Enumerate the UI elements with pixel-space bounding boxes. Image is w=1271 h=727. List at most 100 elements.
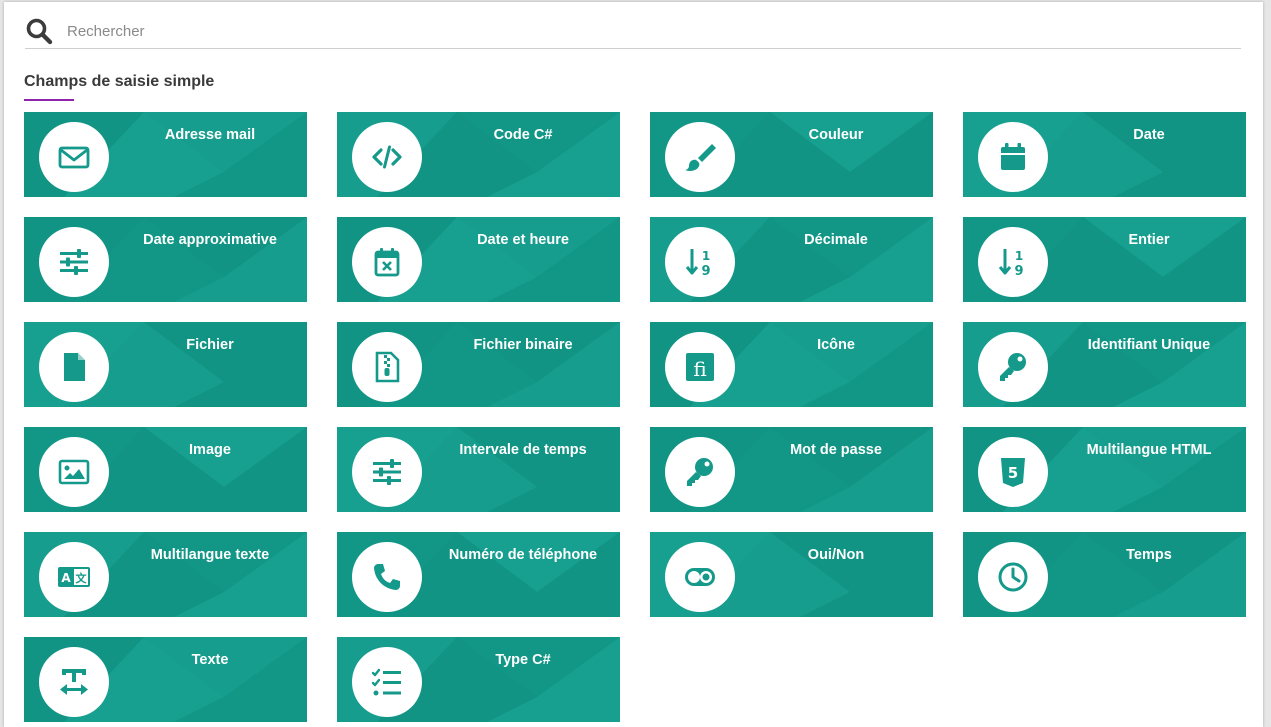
paint-brush-icon <box>683 140 717 174</box>
tile-label: Image <box>189 442 231 458</box>
field-type-tile-image[interactable]: Image <box>24 427 307 512</box>
tile-icon-circle <box>352 542 422 612</box>
text-width-icon <box>57 665 91 699</box>
tile-icon-circle: A文 <box>39 542 109 612</box>
field-type-grid: Adresse mail Code C# Couleur Date Date a… <box>24 112 1246 722</box>
field-type-tile-texte[interactable]: Texte <box>24 637 307 722</box>
field-type-tile-date-et-heure[interactable]: Date et heure <box>337 217 620 302</box>
tile-icon-circle <box>39 332 109 402</box>
tile-icon-circle <box>665 437 735 507</box>
svg-text:A: A <box>61 571 71 585</box>
field-type-tile-ic-ne[interactable]: fi Icône <box>650 322 933 407</box>
tile-label: Icône <box>817 337 855 353</box>
field-type-tile-mot-de-passe[interactable]: Mot de passe <box>650 427 933 512</box>
search-icon[interactable] <box>25 17 53 45</box>
tile-label: Fichier binaire <box>473 337 573 353</box>
file-icon <box>57 350 91 384</box>
svg-text:5: 5 <box>1008 464 1018 482</box>
tile-icon-circle <box>978 542 1048 612</box>
tile-label: Oui/Non <box>807 547 865 563</box>
file-archive-icon <box>370 350 404 384</box>
tile-icon-circle <box>39 122 109 192</box>
clock-icon <box>996 560 1030 594</box>
calendar-times-icon <box>370 245 404 279</box>
field-type-tile-temps[interactable]: Temps <box>963 532 1246 617</box>
tile-icon-circle <box>39 437 109 507</box>
key-icon <box>996 350 1030 384</box>
envelope-icon <box>57 140 91 174</box>
tile-icon-circle <box>665 542 735 612</box>
tile-icon-circle <box>39 647 109 717</box>
search-input[interactable] <box>65 18 1219 44</box>
tile-icon-circle: 19 <box>978 227 1048 297</box>
tile-icon-circle <box>665 122 735 192</box>
tile-label: Fichier <box>186 337 234 353</box>
svg-text:1: 1 <box>1015 249 1023 263</box>
sort-numeric-down-icon: 19 <box>996 245 1030 279</box>
field-type-tile-intervale-de-temps[interactable]: Intervale de temps <box>337 427 620 512</box>
tile-label: Date <box>1133 127 1165 143</box>
html5-icon: 5 <box>996 455 1030 489</box>
field-type-tile-fichier-binaire[interactable]: Fichier binaire <box>337 322 620 407</box>
tile-icon-circle <box>39 227 109 297</box>
field-type-tile-date[interactable]: Date <box>963 112 1246 197</box>
field-type-tile-fichier[interactable]: Fichier <box>24 322 307 407</box>
field-type-tile-code-c[interactable]: Code C# <box>337 112 620 197</box>
field-type-tile-num-ro-de-t-l-phone[interactable]: Numéro de téléphone <box>337 532 620 617</box>
field-type-tile-type-c[interactable]: Type C# <box>337 637 620 722</box>
phone-icon <box>370 560 404 594</box>
sliders-icon <box>57 245 91 279</box>
tile-label: Multilangue HTML <box>1086 442 1212 458</box>
tile-label: Date et heure <box>477 232 569 248</box>
tile-label: Multilangue texte <box>150 547 270 563</box>
key-icon <box>683 455 717 489</box>
tile-icon-circle: fi <box>665 332 735 402</box>
tile-label: Mot de passe <box>790 442 882 458</box>
code-icon <box>370 140 404 174</box>
tile-label: Type C# <box>495 652 551 668</box>
tile-label: Code C# <box>493 127 553 143</box>
svg-text:1: 1 <box>702 249 710 263</box>
image-icon <box>57 455 91 489</box>
field-type-tile-identifiant-unique[interactable]: Identifiant Unique <box>963 322 1246 407</box>
field-type-tile-d-cimale[interactable]: 19 Décimale <box>650 217 933 302</box>
tile-label: Temps <box>1126 547 1172 563</box>
toggle-icon <box>683 560 717 594</box>
tile-icon-circle <box>352 332 422 402</box>
tile-icon-circle <box>352 647 422 717</box>
fields-panel: Champs de saisie simple Adresse mail Cod… <box>4 2 1263 727</box>
tile-label: Identifiant Unique <box>1087 337 1211 353</box>
search-bar <box>25 12 1241 49</box>
tasks-list-icon <box>370 665 404 699</box>
tile-label: Entier <box>1128 232 1170 248</box>
tile-icon-circle <box>978 332 1048 402</box>
field-type-tile-date-approximative[interactable]: Date approximative <box>24 217 307 302</box>
font-ligature-icon: fi <box>683 350 717 384</box>
field-type-tile-multilangue-texte[interactable]: A文 Multilangue texte <box>24 532 307 617</box>
field-type-tile-oui-non[interactable]: Oui/Non <box>650 532 933 617</box>
tile-icon-circle <box>352 437 422 507</box>
calendar-icon <box>996 140 1030 174</box>
sliders-icon <box>370 455 404 489</box>
field-type-tile-couleur[interactable]: Couleur <box>650 112 933 197</box>
tile-icon-circle <box>978 122 1048 192</box>
field-type-tile-entier[interactable]: 19 Entier <box>963 217 1246 302</box>
field-type-tile-adresse-mail[interactable]: Adresse mail <box>24 112 307 197</box>
svg-text:fi: fi <box>693 357 706 381</box>
svg-text:9: 9 <box>701 264 710 279</box>
tile-label: Date approximative <box>143 232 277 248</box>
tile-icon-circle <box>352 122 422 192</box>
tile-label: Couleur <box>808 127 864 143</box>
field-type-tile-multilangue-html[interactable]: 5 Multilangue HTML <box>963 427 1246 512</box>
tile-icon-circle: 5 <box>978 437 1048 507</box>
tile-icon-circle <box>352 227 422 297</box>
tile-icon-circle: 19 <box>665 227 735 297</box>
section-title: Champs de saisie simple <box>24 73 215 90</box>
tile-label: Numéro de téléphone <box>448 547 598 563</box>
language-icon: A文 <box>57 560 91 594</box>
section-title-underline <box>24 99 74 101</box>
tile-label: Texte <box>191 652 229 668</box>
sort-numeric-down-icon: 19 <box>683 245 717 279</box>
svg-text:9: 9 <box>1014 264 1023 279</box>
tile-label: Adresse mail <box>164 127 256 143</box>
